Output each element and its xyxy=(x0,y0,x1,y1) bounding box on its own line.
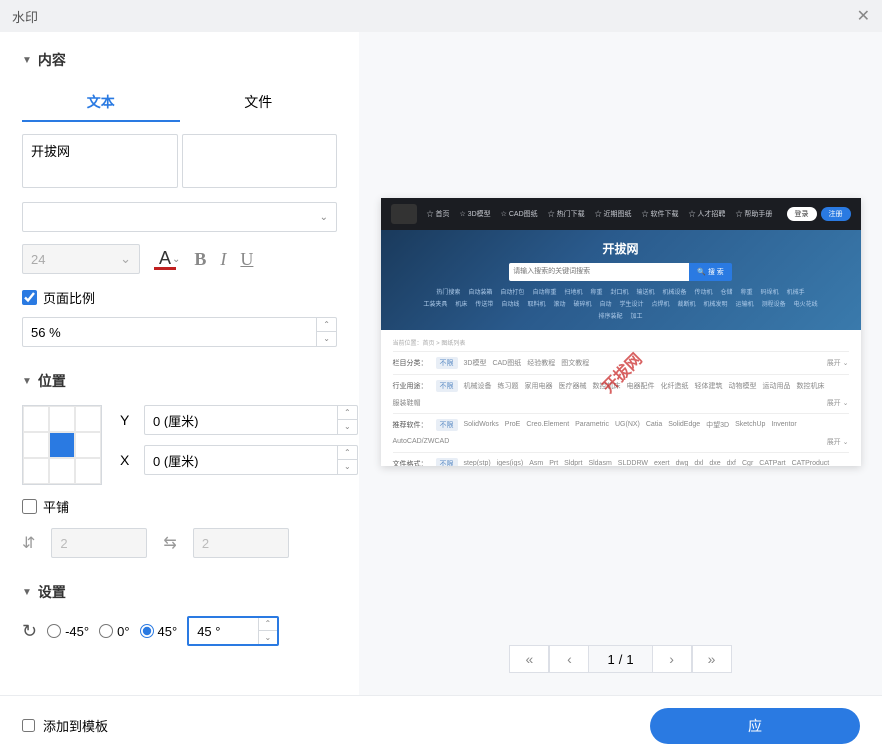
tile-horizontal-input: ⌃⌄ xyxy=(193,528,289,558)
close-icon[interactable]: ✕ xyxy=(857,6,870,26)
rotate-neg45[interactable]: -45° xyxy=(47,624,89,639)
chevron-down-icon[interactable]: ⌄ xyxy=(172,254,180,265)
preview-search xyxy=(509,263,689,281)
section-content[interactable]: ▼ 内容 xyxy=(22,50,337,70)
spinner-down-icon[interactable]: ⌄ xyxy=(317,332,336,346)
watermark-text-input-2[interactable] xyxy=(182,134,338,188)
position-grid[interactable] xyxy=(22,405,102,485)
spinner-up-icon[interactable]: ⌃ xyxy=(317,318,336,332)
caret-down-icon: ▼ xyxy=(22,55,32,66)
rotate-value-input[interactable]: ⌃⌄ xyxy=(187,616,279,646)
rotate-45[interactable]: 45° xyxy=(140,624,178,639)
chevron-down-icon: ⌄ xyxy=(120,251,131,267)
tile-horizontal-icon: ⇆ xyxy=(163,533,176,553)
font-family-select[interactable]: ⌄ xyxy=(22,202,337,232)
page-next-button[interactable]: › xyxy=(652,645,692,673)
tile-vertical-input: ⌃⌄ xyxy=(51,528,147,558)
italic-button[interactable]: I xyxy=(220,249,226,270)
tile-checkbox[interactable]: 平铺 xyxy=(22,497,337,516)
spinner-up-icon[interactable]: ⌃ xyxy=(338,406,357,420)
page-last-button[interactable]: » xyxy=(692,645,732,673)
tab-file[interactable]: 文件 xyxy=(180,84,338,122)
spinner-up-icon[interactable]: ⌃ xyxy=(259,618,278,631)
rotate-0[interactable]: 0° xyxy=(99,624,129,639)
spinner-up-icon[interactable]: ⌃ xyxy=(338,446,357,460)
page-ratio-label: 页面比例 xyxy=(43,288,95,307)
chevron-down-icon: ⌄ xyxy=(320,212,328,223)
page-first-button[interactable]: « xyxy=(509,645,549,673)
page-indicator: 1/1 xyxy=(589,645,651,673)
spinner-down-icon[interactable]: ⌄ xyxy=(338,460,357,474)
spinner-down-icon[interactable]: ⌄ xyxy=(259,631,278,644)
preview-page: ☆ 首页☆ 3D模型☆ CAD图纸☆ 热门下载☆ 近期图纸☆ 软件下载☆ 人才招… xyxy=(381,198,861,466)
font-size-select[interactable]: 24 ⌄ xyxy=(22,244,140,274)
preview-site-title: 开拔网 xyxy=(391,240,851,257)
add-to-template-checkbox[interactable]: 添加到模板 xyxy=(22,716,108,735)
preview-breadcrumb: 当前位置：首页 > 图纸列表 xyxy=(393,338,849,351)
font-size-value: 24 xyxy=(31,252,45,267)
section-position-label: 位置 xyxy=(38,371,66,391)
page-ratio-checkbox[interactable]: 页面比例 xyxy=(22,288,337,307)
x-label: X xyxy=(120,452,134,468)
apply-button[interactable]: 应 xyxy=(650,708,860,744)
x-offset-input[interactable]: ⌃⌄ xyxy=(144,445,358,475)
tile-vertical-icon: ⇵ xyxy=(22,533,35,553)
page-prev-button[interactable]: ‹ xyxy=(549,645,589,673)
bold-button[interactable]: B xyxy=(194,249,206,270)
tile-label: 平铺 xyxy=(43,497,69,516)
register-btn: 注册 xyxy=(821,207,851,221)
y-offset-input[interactable]: ⌃⌄ xyxy=(144,405,358,435)
watermark-text-input[interactable]: 开拔网 xyxy=(22,134,178,188)
section-settings[interactable]: ▼ 设置 xyxy=(22,582,337,602)
position-center[interactable] xyxy=(49,432,75,458)
spinner-down-icon[interactable]: ⌄ xyxy=(338,420,357,434)
dialog-title: 水印 xyxy=(12,7,38,26)
site-logo xyxy=(391,204,417,224)
underline-button[interactable]: U xyxy=(240,249,253,270)
rotate-icon: ↻ xyxy=(22,621,37,642)
section-position[interactable]: ▼ 位置 xyxy=(22,371,337,391)
section-content-label: 内容 xyxy=(38,50,66,70)
login-btn: 登录 xyxy=(787,207,817,221)
y-label: Y xyxy=(120,412,134,428)
caret-down-icon: ▼ xyxy=(22,587,32,598)
tab-text[interactable]: 文本 xyxy=(22,84,180,122)
add-to-template-label: 添加到模板 xyxy=(43,716,108,735)
section-settings-label: 设置 xyxy=(38,582,66,602)
preview-search-btn: 🔍 搜 索 xyxy=(689,263,732,281)
page-ratio-input[interactable]: ⌃⌄ xyxy=(22,317,337,347)
caret-down-icon: ▼ xyxy=(22,376,32,387)
